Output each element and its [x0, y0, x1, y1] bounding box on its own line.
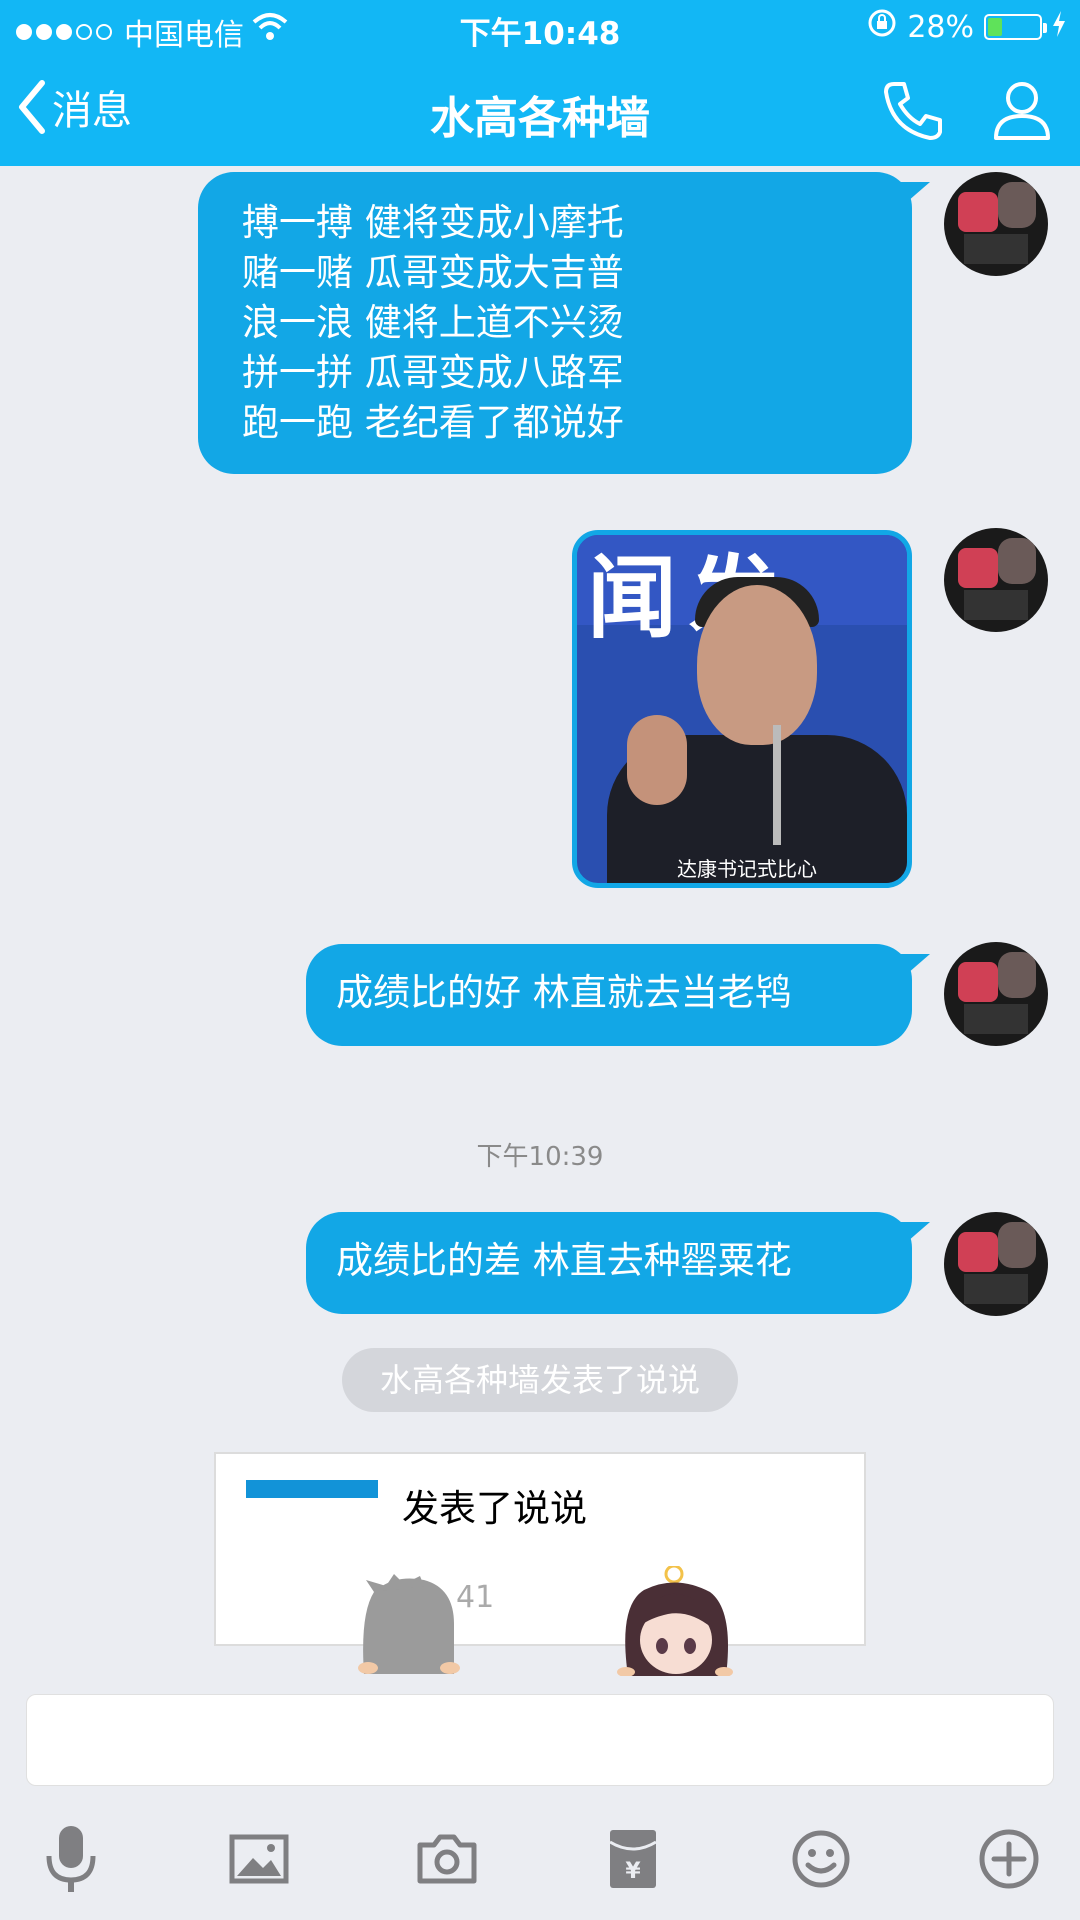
message-line: 跑一跑 老纪看了都说好 — [242, 401, 624, 444]
profile-button[interactable] — [990, 78, 1054, 146]
card-thumbnail — [246, 1480, 378, 1498]
avatar[interactable] — [944, 942, 1048, 1046]
card-title: 发表了说说 — [402, 1487, 587, 1530]
phone-icon — [884, 82, 942, 140]
avatar[interactable] — [944, 172, 1048, 276]
input-area: ¥ — [0, 1676, 1080, 1920]
sticker-girl-icon — [617, 1566, 733, 1676]
shuoshuo-card[interactable]: 发表了说说 41 — [214, 1452, 866, 1646]
message-bubble[interactable]: 成绩比的差 林直去种罂粟花 — [306, 1212, 930, 1314]
image-icon[interactable] — [214, 1814, 304, 1904]
message-input[interactable] — [26, 1694, 1054, 1786]
charging-icon — [1052, 10, 1066, 45]
red-packet-icon[interactable]: ¥ — [588, 1814, 678, 1904]
avatar[interactable] — [944, 1212, 1048, 1316]
battery-icon — [984, 14, 1047, 40]
microphone-icon[interactable] — [26, 1814, 116, 1904]
emoji-icon[interactable] — [776, 1814, 866, 1904]
battery-percent: 28% — [907, 9, 974, 45]
message-line: 拼一拼 瓜哥变成八路军 — [242, 351, 624, 394]
image-message[interactable]: 闻发 达康书记式比心 — [572, 530, 912, 888]
message-line: 浪一浪 健将上道不兴烫 — [242, 301, 624, 344]
svg-text:¥: ¥ — [625, 1859, 641, 1884]
message-line: 赌一赌 瓜哥变成大吉普 — [242, 251, 624, 294]
nav-bar: 消息 水高各种墙 — [0, 54, 1080, 166]
message-bubble[interactable]: 成绩比的好 林直就去当老鸨 — [306, 944, 930, 1046]
person-icon — [994, 82, 1050, 140]
camera-icon[interactable] — [402, 1814, 492, 1904]
status-bar: 中国电信 下午10:48 28% — [0, 0, 1080, 54]
message-timestamp: 下午10:39 — [476, 1142, 604, 1172]
message-text: 成绩比的差 林直去种罂粟花 — [336, 1239, 792, 1282]
message-text: 成绩比的好 林直就去当老鸨 — [336, 971, 792, 1014]
message-bubble[interactable]: 搏一搏 健将变成小摩托 赌一赌 瓜哥变成大吉普 浪一浪 健将上道不兴烫 拼一拼 … — [198, 172, 930, 474]
avatar[interactable] — [944, 528, 1048, 632]
system-notice: 水高各种墙发表了说说 — [342, 1348, 738, 1412]
sticker-character-icon — [358, 1574, 460, 1674]
rotation-lock-icon — [867, 8, 897, 46]
plus-icon[interactable] — [964, 1814, 1054, 1904]
image-caption: 达康书记式比心 — [677, 857, 817, 881]
input-toolbar: ¥ — [0, 1814, 1080, 1904]
message-line: 搏一搏 健将变成小摩托 — [242, 201, 624, 244]
phone-call-button[interactable] — [880, 78, 944, 146]
